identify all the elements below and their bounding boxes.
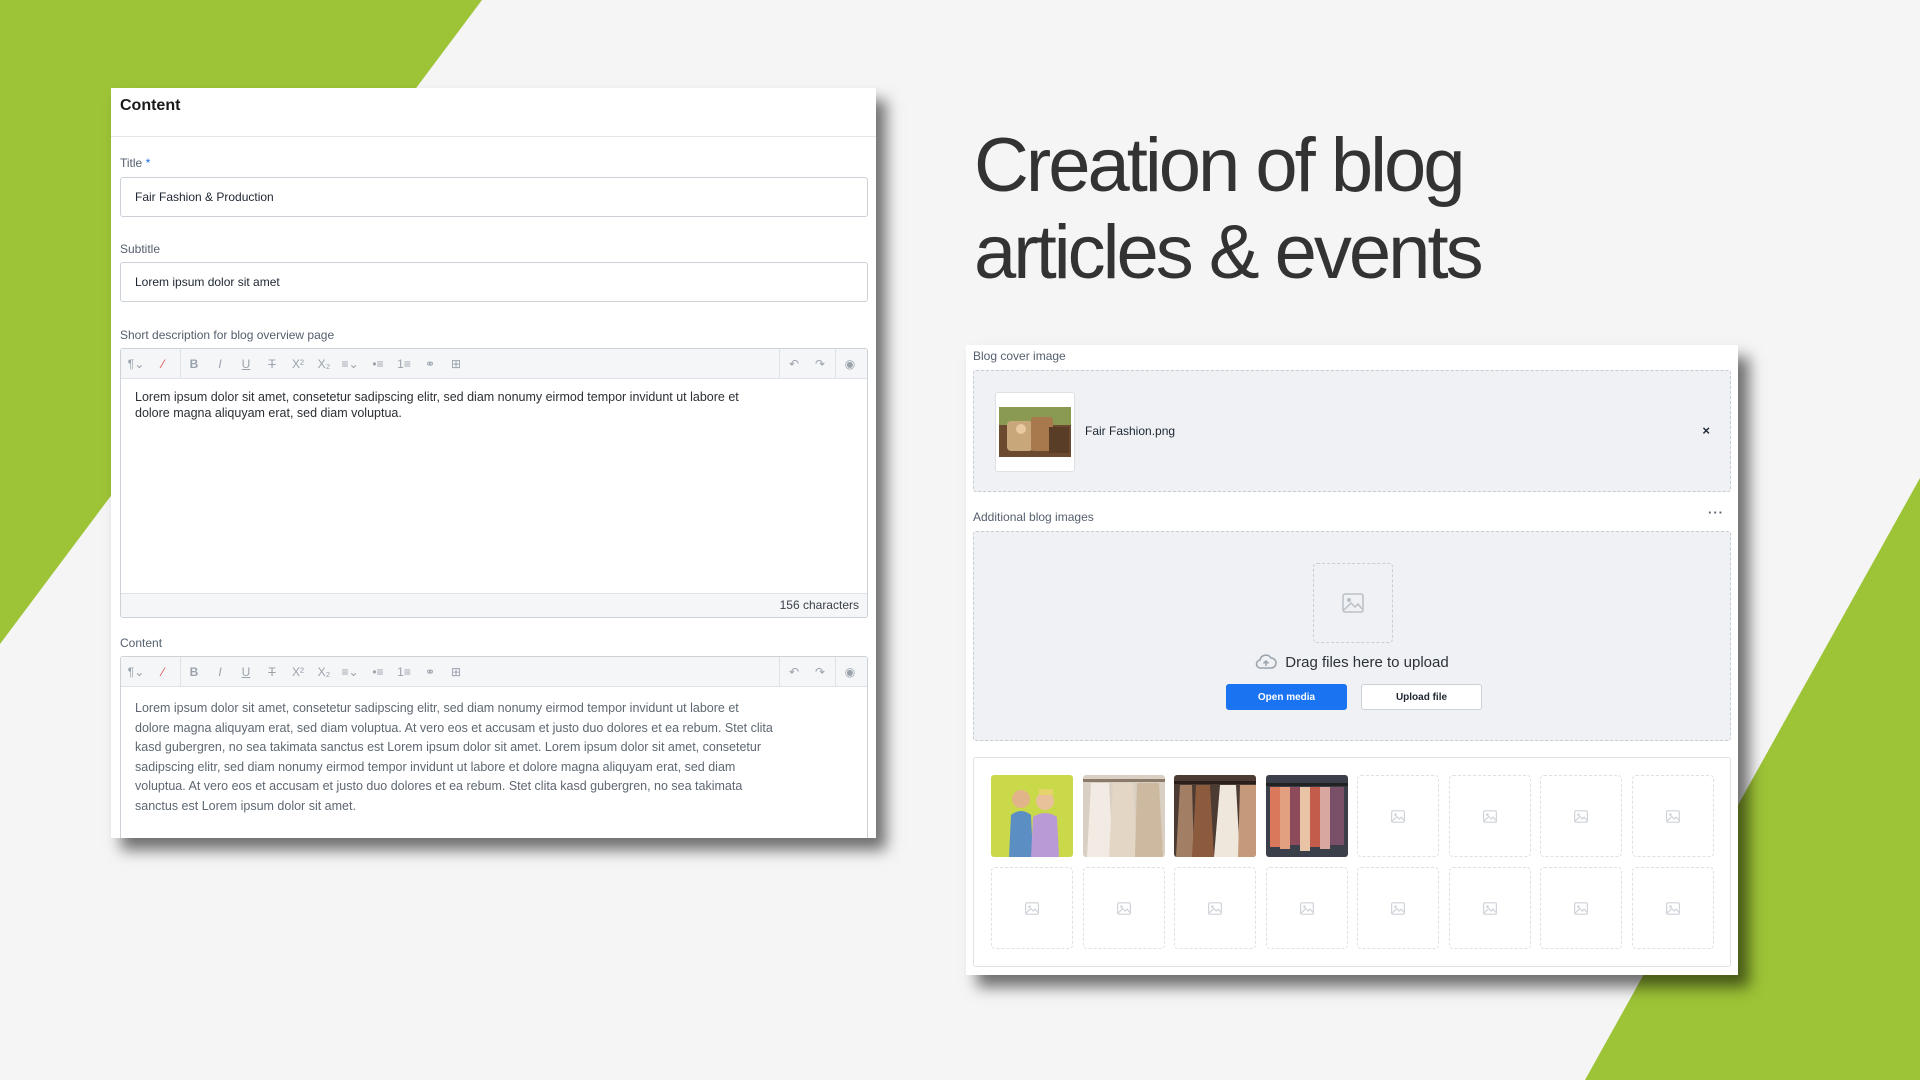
- gallery-empty-slot[interactable]: [1631, 775, 1714, 857]
- divider: [111, 136, 876, 137]
- subtitle-label: Subtitle: [120, 242, 161, 256]
- upload-file-button[interactable]: Upload file: [1361, 684, 1482, 710]
- text-line: sadipscing elitr, sed diam nonumy eirmod…: [135, 759, 736, 774]
- gallery-image[interactable]: [1082, 775, 1165, 857]
- text-line: dolore magna aliquyam erat, sed diam vol…: [135, 720, 773, 735]
- clear-format-icon[interactable]: ⁄: [154, 355, 172, 373]
- gallery-empty-slot[interactable]: [1631, 867, 1714, 949]
- table-icon[interactable]: ⊞: [447, 663, 465, 681]
- underline-icon[interactable]: U: [237, 663, 255, 681]
- content-card: Content Title * Fair Fashion & Productio…: [111, 88, 876, 838]
- gallery-empty-slot[interactable]: [1448, 867, 1531, 949]
- gallery-empty-slot[interactable]: [1448, 775, 1531, 857]
- bold-icon[interactable]: B: [185, 663, 203, 681]
- toolbar-separator: [779, 657, 780, 687]
- text-line: voluptua. At vero eos et accusam et just…: [135, 779, 743, 794]
- superscript-icon[interactable]: X²: [289, 663, 307, 681]
- undo-icon[interactable]: ↶: [785, 355, 803, 373]
- additional-images-label: Additional blog images: [973, 510, 1094, 524]
- toolbar-separator: [180, 657, 181, 687]
- gallery-image[interactable]: [1174, 775, 1256, 857]
- toolbar-separator: [835, 657, 836, 687]
- strikethrough-icon[interactable]: T: [263, 663, 281, 681]
- toolbar-separator: [180, 349, 181, 379]
- image-gallery: [973, 757, 1731, 967]
- image-placeholder-icon: [1313, 563, 1393, 643]
- gallery-image[interactable]: [991, 775, 1073, 857]
- code-view-icon[interactable]: ◉: [841, 663, 859, 681]
- open-media-button[interactable]: Open media: [1226, 684, 1347, 710]
- toolbar-separator: [779, 349, 780, 379]
- text-line: Lorem ipsum dolor sit amet, consetetur s…: [135, 701, 739, 715]
- table-icon[interactable]: ⊞: [447, 355, 465, 373]
- gallery-empty-slot[interactable]: [1540, 775, 1622, 857]
- numbered-list-icon[interactable]: 1≡: [395, 355, 413, 373]
- content-text[interactable]: Lorem ipsum dolor sit amet, consetetur s…: [135, 699, 853, 817]
- align-icon[interactable]: ≡⌄: [341, 663, 359, 681]
- gallery-image[interactable]: [1265, 775, 1348, 857]
- cover-image-label: Blog cover image: [973, 349, 1066, 363]
- text-line: kasd gubergren, no sea takimata sanctus …: [135, 740, 761, 755]
- dropzone-text: Drag files here to upload: [974, 654, 1730, 671]
- editor-toolbar: ¶⌄ ⁄ B I U T X² X₂ ≡⌄ •≡ 1≡ ⚭ ⊞ ↶ ↷ ◉: [121, 657, 867, 687]
- cover-thumbnail[interactable]: [995, 392, 1075, 472]
- card-title: Content: [120, 97, 181, 114]
- media-card: Blog cover image Fair Fashion.png × Addi…: [966, 345, 1738, 975]
- required-mark: *: [145, 156, 151, 170]
- italic-icon[interactable]: I: [211, 663, 229, 681]
- gallery-empty-slot[interactable]: [1540, 867, 1622, 949]
- code-view-icon[interactable]: ◉: [841, 355, 859, 373]
- upload-dropzone[interactable]: Drag files here to upload Open media Upl…: [973, 531, 1731, 741]
- more-options-icon[interactable]: ···: [1708, 505, 1724, 520]
- bullet-list-icon[interactable]: •≡: [369, 355, 387, 373]
- gallery-empty-slot[interactable]: [991, 867, 1073, 949]
- superscript-icon[interactable]: X²: [289, 355, 307, 373]
- paragraph-icon[interactable]: ¶⌄: [127, 663, 145, 681]
- character-counter: 156 characters: [121, 593, 867, 617]
- text-line: sanctus est Lorem ipsum dolor sit amet.: [135, 798, 356, 813]
- bullet-list-icon[interactable]: •≡: [369, 663, 387, 681]
- gallery-empty-slot[interactable]: [1082, 867, 1165, 949]
- cover-image-field[interactable]: Fair Fashion.png ×: [973, 370, 1731, 492]
- short-description-editor[interactable]: ¶⌄ ⁄ B I U T X² X₂ ≡⌄ •≡ 1≡ ⚭ ⊞ ↶ ↷ ◉ Lo…: [120, 348, 868, 618]
- heading-line: articles & events: [974, 210, 1484, 295]
- text-line: Lorem ipsum dolor sit amet, consetetur s…: [135, 390, 739, 404]
- subscript-icon[interactable]: X₂: [315, 663, 333, 681]
- content-label: Content: [120, 636, 163, 650]
- cover-photo-image: [999, 407, 1071, 457]
- short-description-label: Short description for blog overview page: [120, 328, 335, 342]
- subscript-icon[interactable]: X₂: [315, 355, 333, 373]
- cloud-upload-icon: [1256, 654, 1277, 669]
- align-icon[interactable]: ≡⌄: [341, 355, 359, 373]
- short-description-text[interactable]: Lorem ipsum dolor sit amet, consetetur s…: [135, 389, 853, 421]
- clear-format-icon[interactable]: ⁄: [154, 663, 172, 681]
- title-input[interactable]: Fair Fashion & Production: [120, 177, 868, 217]
- heading-line: Creation of blog: [974, 123, 1466, 208]
- editor-toolbar: ¶⌄ ⁄ B I U T X² X₂ ≡⌄ •≡ 1≡ ⚭ ⊞ ↶ ↷ ◉: [121, 349, 867, 379]
- numbered-list-icon[interactable]: 1≡: [395, 663, 413, 681]
- text-line: dolore magna aliquyam erat, sed diam vol…: [135, 406, 402, 420]
- gallery-empty-slot[interactable]: [1357, 775, 1439, 857]
- redo-icon[interactable]: ↷: [811, 663, 829, 681]
- italic-icon[interactable]: I: [211, 355, 229, 373]
- page-heading: Creation of blog articles & events: [974, 122, 1484, 296]
- link-icon[interactable]: ⚭: [421, 663, 439, 681]
- content-editor[interactable]: ¶⌄ ⁄ B I U T X² X₂ ≡⌄ •≡ 1≡ ⚭ ⊞ ↶ ↷ ◉ Lo…: [120, 656, 868, 838]
- subtitle-input[interactable]: Lorem ipsum dolor sit amet: [120, 262, 868, 302]
- paragraph-icon[interactable]: ¶⌄: [127, 355, 145, 373]
- remove-cover-icon[interactable]: ×: [1702, 423, 1710, 438]
- gallery-empty-slot[interactable]: [1265, 867, 1348, 949]
- bold-icon[interactable]: B: [185, 355, 203, 373]
- link-icon[interactable]: ⚭: [421, 355, 439, 373]
- underline-icon[interactable]: U: [237, 355, 255, 373]
- cover-filename: Fair Fashion.png: [1085, 424, 1176, 438]
- toolbar-separator: [835, 349, 836, 379]
- gallery-empty-slot[interactable]: [1174, 867, 1256, 949]
- undo-icon[interactable]: ↶: [785, 663, 803, 681]
- redo-icon[interactable]: ↷: [811, 355, 829, 373]
- gallery-empty-slot[interactable]: [1357, 867, 1439, 949]
- strikethrough-icon[interactable]: T: [263, 355, 281, 373]
- title-label: Title *: [120, 156, 151, 170]
